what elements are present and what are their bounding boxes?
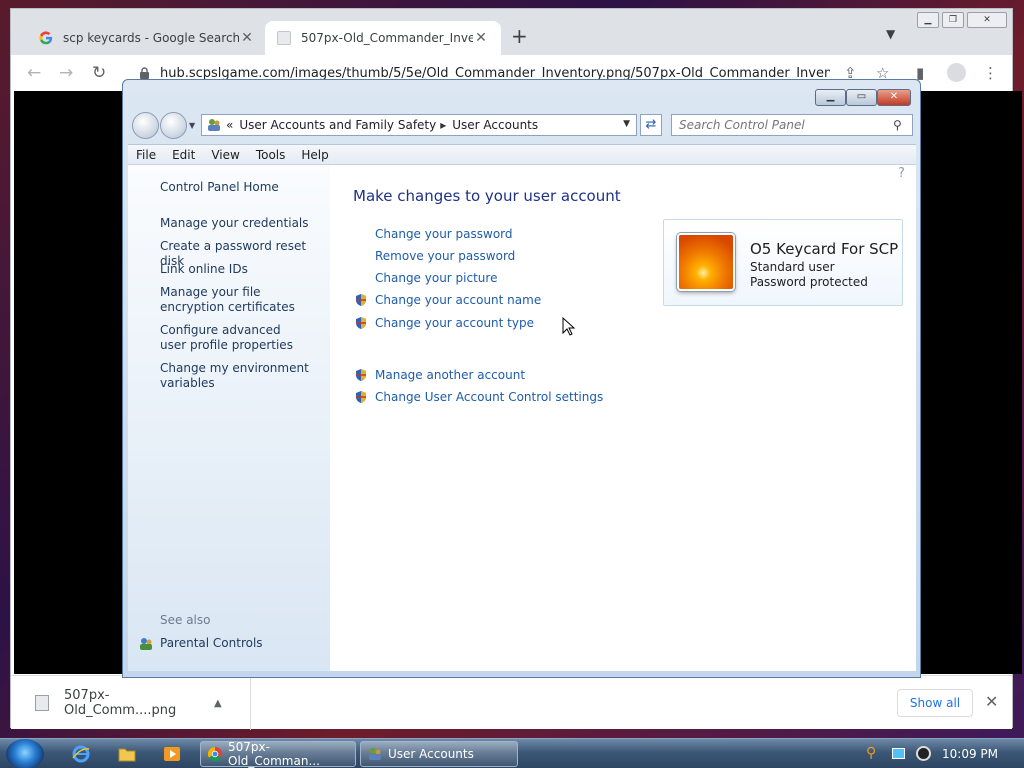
taskbar-item-user-accounts[interactable]: User Accounts <box>360 741 518 767</box>
google-icon <box>39 31 53 45</box>
taskbar: 507px-Old_Comman... User Accounts ⚲ 10:0… <box>0 738 1024 768</box>
search-input[interactable] <box>671 114 913 136</box>
mouse-cursor-icon <box>562 317 576 336</box>
chrome-icon <box>207 746 222 762</box>
control-panel-icon <box>208 119 220 131</box>
internet-explorer-icon[interactable] <box>71 744 91 764</box>
control-panel-window: ▁ ▭ ✕ ▼ « User Accounts and Family Safet… <box>122 79 921 678</box>
new-tab-button[interactable]: + <box>511 24 528 48</box>
tab-title: 507px-Old_Commander_Inventory <box>301 31 473 45</box>
account-name: O5 Keycard For SCP <box>750 240 899 258</box>
download-item[interactable]: 507px-Old_Comm....png ▲ <box>11 676 251 730</box>
file-icon <box>35 695 49 711</box>
search-icon[interactable]: ⚲ <box>893 118 902 132</box>
parental-controls-icon <box>140 638 152 650</box>
start-button[interactable] <box>6 739 44 768</box>
tab-strip: scp keycards - Google Search ✕ 507px-Old… <box>11 9 1012 55</box>
control-panel-icon <box>369 748 381 760</box>
menu-tools[interactable]: Tools <box>248 148 294 162</box>
page-title: Make changes to your user account <box>353 187 621 205</box>
sidebar: Control Panel Home Manage your credentia… <box>128 165 330 671</box>
breadcrumb-item[interactable]: User Accounts and Family Safety <box>239 118 436 132</box>
close-tab-icon[interactable]: ✕ <box>473 30 489 46</box>
close-button[interactable]: ✕ <box>877 89 911 106</box>
account-password-status: Password protected <box>750 275 868 289</box>
manage-another-account-link[interactable]: Manage another account <box>375 368 525 382</box>
refresh-button[interactable]: ⇄ <box>640 114 662 136</box>
image-file-icon <box>277 31 291 45</box>
task-label: User Accounts <box>388 747 474 761</box>
restore-button[interactable]: ❐ <box>942 12 964 28</box>
lock-icon <box>140 67 149 79</box>
back-arrow-icon[interactable]: ← <box>27 63 41 83</box>
sidebar-item-profile-properties[interactable]: Configure advanced user profile properti… <box>160 323 310 353</box>
network-icon[interactable] <box>892 748 905 759</box>
change-password-link[interactable]: Change your password <box>375 227 513 241</box>
sidebar-item-control-panel-home[interactable]: Control Panel Home <box>160 180 279 195</box>
sidebar-item-encryption-certificates[interactable]: Manage your file encryption certificates <box>160 285 320 315</box>
breadcrumb-overflow[interactable]: « <box>226 118 233 132</box>
tray-search-icon[interactable]: ⚲ <box>866 745 876 761</box>
recent-pages-chevron-icon[interactable]: ▼ <box>189 121 195 130</box>
chevron-up-icon[interactable]: ▲ <box>214 698 222 709</box>
download-filename: 507px-Old_Comm....png <box>64 688 177 718</box>
taskbar-item-chrome[interactable]: 507px-Old_Comman... <box>200 740 356 768</box>
menu-bar: File Edit View Tools Help <box>128 144 916 165</box>
uac-shield-icon <box>356 391 366 403</box>
folder-icon[interactable] <box>117 744 137 764</box>
menu-file[interactable]: File <box>128 148 164 162</box>
menu-view[interactable]: View <box>203 148 247 162</box>
minimize-button[interactable]: ▁ <box>815 89 846 106</box>
close-downloads-icon[interactable]: ✕ <box>985 692 998 711</box>
account-picture <box>677 233 735 291</box>
reload-icon[interactable]: ↻ <box>92 63 106 83</box>
minimize-button[interactable]: ▁ <box>917 12 939 28</box>
maximize-button[interactable]: ▭ <box>846 89 877 106</box>
sidebar-item-online-ids[interactable]: Link online IDs <box>160 262 325 277</box>
task-label: 507px-Old_Comman... <box>228 740 320 768</box>
media-player-icon[interactable] <box>162 744 182 764</box>
profile-avatar-icon[interactable] <box>947 63 966 82</box>
uac-shield-icon <box>356 369 366 381</box>
close-tab-icon[interactable]: ✕ <box>239 30 255 46</box>
sidebar-item-parental-controls[interactable]: Parental Controls <box>160 636 263 651</box>
menu-help[interactable]: Help <box>293 148 336 162</box>
sidebar-item-environment-variables[interactable]: Change my environment variables <box>160 361 310 391</box>
tab-search-chevron-icon[interactable]: ▼ <box>886 27 895 41</box>
change-account-name-link[interactable]: Change your account name <box>375 293 541 307</box>
change-account-type-link[interactable]: Change your account type <box>375 316 534 330</box>
forward-arrow-icon[interactable]: → <box>59 63 73 83</box>
window-body: Control Panel Home Manage your credentia… <box>128 165 916 671</box>
back-button[interactable] <box>132 112 159 139</box>
more-menu-icon[interactable]: ⋮ <box>983 64 998 82</box>
uac-shield-icon <box>356 294 366 306</box>
taskbar-clock[interactable]: 10:09 PM <box>942 747 998 761</box>
forward-button[interactable] <box>160 112 187 139</box>
tray-app-icon[interactable] <box>916 746 931 761</box>
breadcrumb-chevron-icon[interactable]: ▸ <box>440 118 446 132</box>
change-picture-link[interactable]: Change your picture <box>375 271 497 285</box>
tab-image[interactable]: 507px-Old_Commander_Inventory ✕ <box>265 21 501 55</box>
see-also-label: See also <box>160 613 211 627</box>
uac-settings-link[interactable]: Change User Account Control settings <box>375 390 603 404</box>
remove-password-link[interactable]: Remove your password <box>375 249 515 263</box>
account-type: Standard user <box>750 260 835 274</box>
tab-google-search[interactable]: scp keycards - Google Search ✕ <box>27 21 267 55</box>
tab-title: scp keycards - Google Search <box>63 31 239 45</box>
breadcrumb[interactable]: « User Accounts and Family Safety ▸ User… <box>201 114 637 136</box>
address-dropdown-icon[interactable]: ▼ <box>623 119 630 129</box>
help-icon[interactable]: ? <box>898 166 905 181</box>
account-card: O5 Keycard For SCP Standard user Passwor… <box>663 219 903 306</box>
menu-edit[interactable]: Edit <box>164 148 203 162</box>
downloads-bar: 507px-Old_Comm....png ▲ Show all ✕ <box>11 675 1012 730</box>
uac-shield-icon <box>356 317 366 329</box>
main-content: ? Make changes to your user account Chan… <box>330 165 916 671</box>
sidebar-item-credentials[interactable]: Manage your credentials <box>160 216 325 231</box>
show-all-button[interactable]: Show all <box>897 689 973 717</box>
breadcrumb-item[interactable]: User Accounts <box>452 118 538 132</box>
close-button[interactable]: ✕ <box>967 12 1007 28</box>
